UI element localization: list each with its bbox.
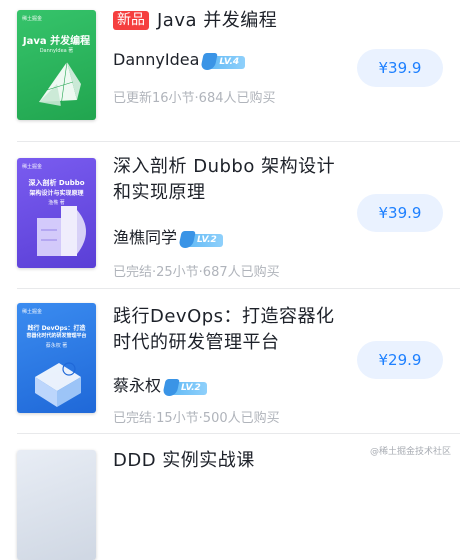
- author-row[interactable]: 渔樵同学 LV.2: [113, 224, 223, 248]
- level-badge-icon: [200, 53, 219, 70]
- course-title[interactable]: 践行DevOps：打造容器化时代的研发管理平台: [113, 304, 338, 356]
- course-cover[interactable]: 稀土掘金 深入剖析 Dubbo 架构设计与实现原理 渔樵 著: [17, 158, 96, 268]
- price-button[interactable]: ¥29.9: [357, 341, 443, 379]
- level-badge: LV.2: [162, 379, 207, 396]
- course-cover[interactable]: 稀土掘金 践行 DevOps：打造 容器化时代的研发管理平台 蔡永权 著: [17, 303, 96, 413]
- author-row[interactable]: DannyIdea LV.4: [113, 50, 246, 70]
- level-badge-icon: [162, 379, 180, 396]
- new-badge: 新品: [113, 11, 149, 30]
- author-name: DannyIdea: [113, 50, 200, 69]
- author-name: 渔樵同学: [113, 228, 178, 247]
- course-title[interactable]: 新品 Java 并发编程: [113, 8, 338, 34]
- divider: [17, 141, 460, 142]
- author-name: 蔡永权: [113, 376, 162, 395]
- price-button[interactable]: ¥39.9: [357, 49, 443, 87]
- course-cover[interactable]: [17, 450, 96, 560]
- level-badge-icon: [178, 231, 196, 248]
- divider: [17, 433, 460, 434]
- cube-illustration: [35, 362, 81, 407]
- level-badge: LV.2: [178, 231, 223, 248]
- course-meta: 已完结·25小节·687人已购买: [113, 265, 280, 280]
- divider: [17, 288, 460, 289]
- course-cover[interactable]: 稀土掘金 Java 并发编程 DannyIdea 著: [17, 10, 96, 120]
- course-meta: 已完结·15小节·500人已购买: [113, 411, 280, 426]
- d-shape-illustration: [37, 206, 86, 256]
- course-title[interactable]: 深入剖析 Dubbo 架构设计和实现原理: [113, 154, 338, 206]
- price-button[interactable]: ¥39.9: [357, 194, 443, 232]
- level-badge: LV.4: [200, 53, 246, 70]
- course-title[interactable]: DDD 实例实战课: [113, 448, 338, 474]
- author-row[interactable]: 蔡永权 LV.2: [113, 372, 207, 396]
- course-title-text: Java 并发编程: [157, 10, 278, 31]
- origami-bird-illustration: [39, 61, 81, 107]
- course-meta: 已更新16小节·684人已购买: [113, 91, 276, 106]
- watermark: @稀土掘金技术社区: [370, 447, 452, 457]
